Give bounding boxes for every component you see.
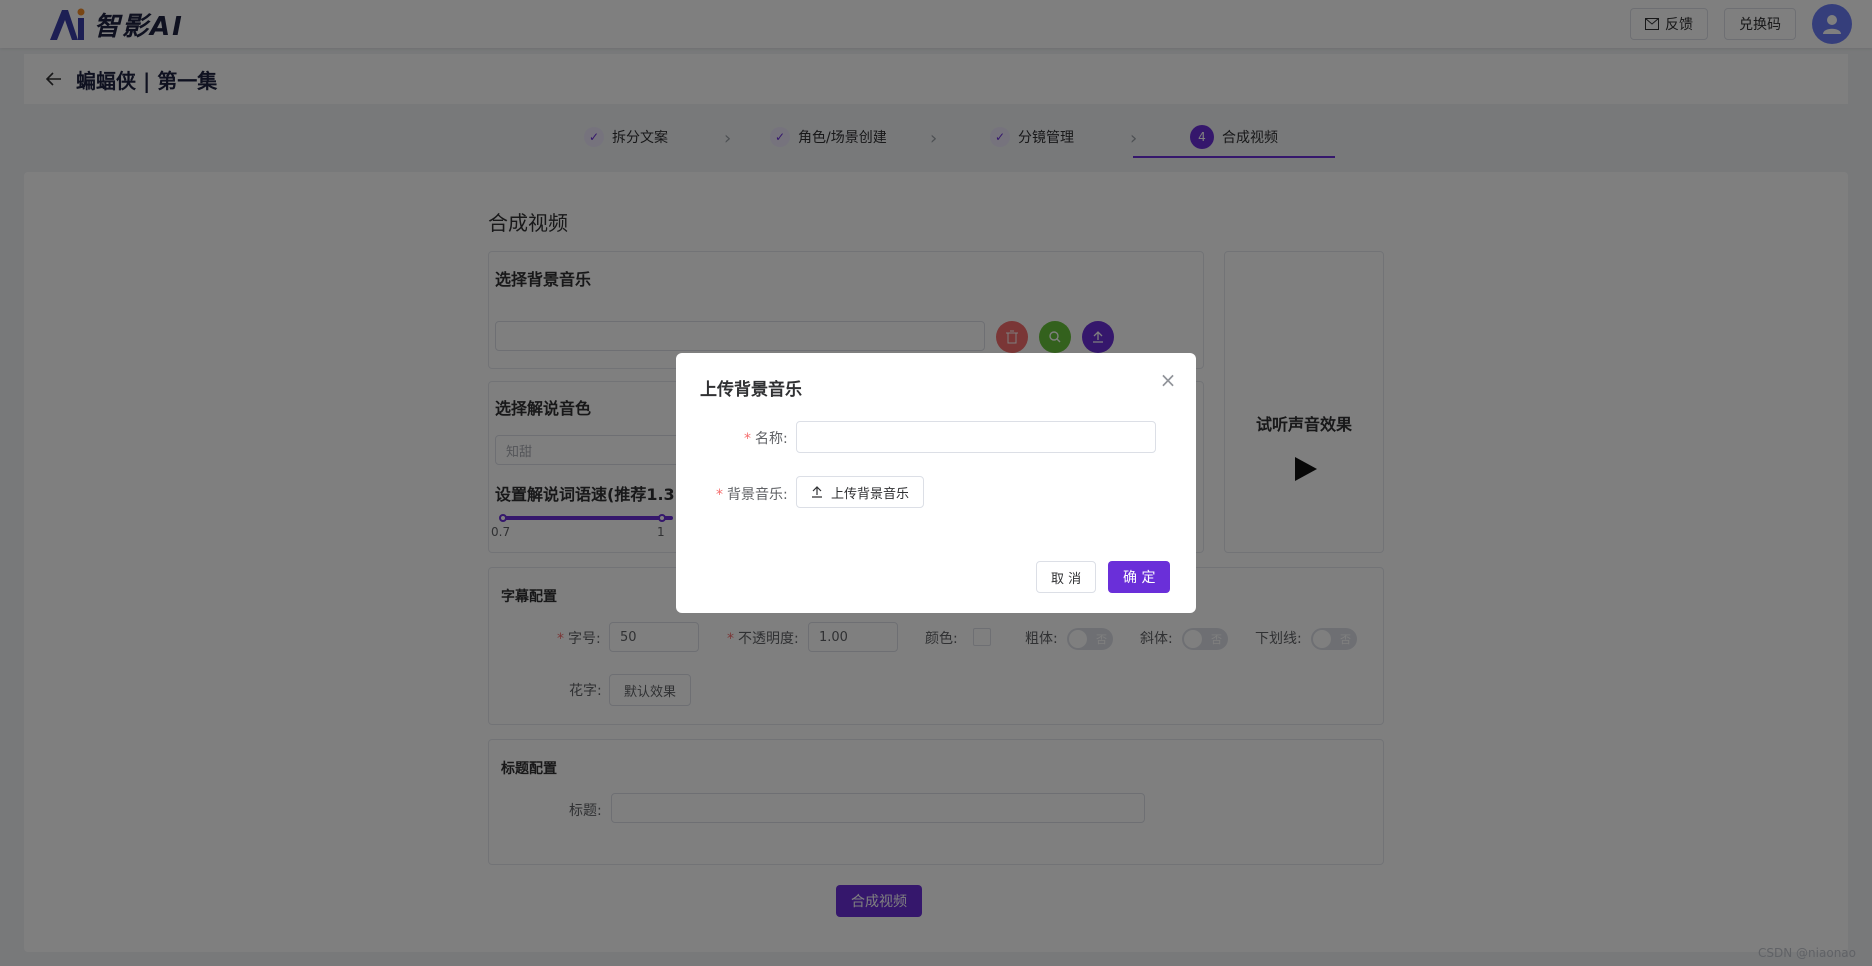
upload-icon — [812, 486, 822, 498]
dialog-title: 上传背景音乐 — [700, 380, 802, 400]
bgm-label: * 背景音乐: — [716, 487, 788, 503]
close-icon[interactable]: × — [1158, 370, 1178, 391]
name-label: * 名称: — [744, 431, 788, 447]
name-input[interactable] — [796, 421, 1156, 453]
confirm-button[interactable]: 确 定 — [1108, 561, 1171, 593]
upload-bgm-dialog: 上传背景音乐 × * 名称: * 背景音乐: 上传背景音乐 取 消 确 定 — [676, 353, 1196, 613]
upload-file-button[interactable]: 上传背景音乐 — [796, 476, 925, 508]
cancel-button[interactable]: 取 消 — [1036, 561, 1097, 593]
upload-file-label: 上传背景音乐 — [831, 486, 910, 502]
